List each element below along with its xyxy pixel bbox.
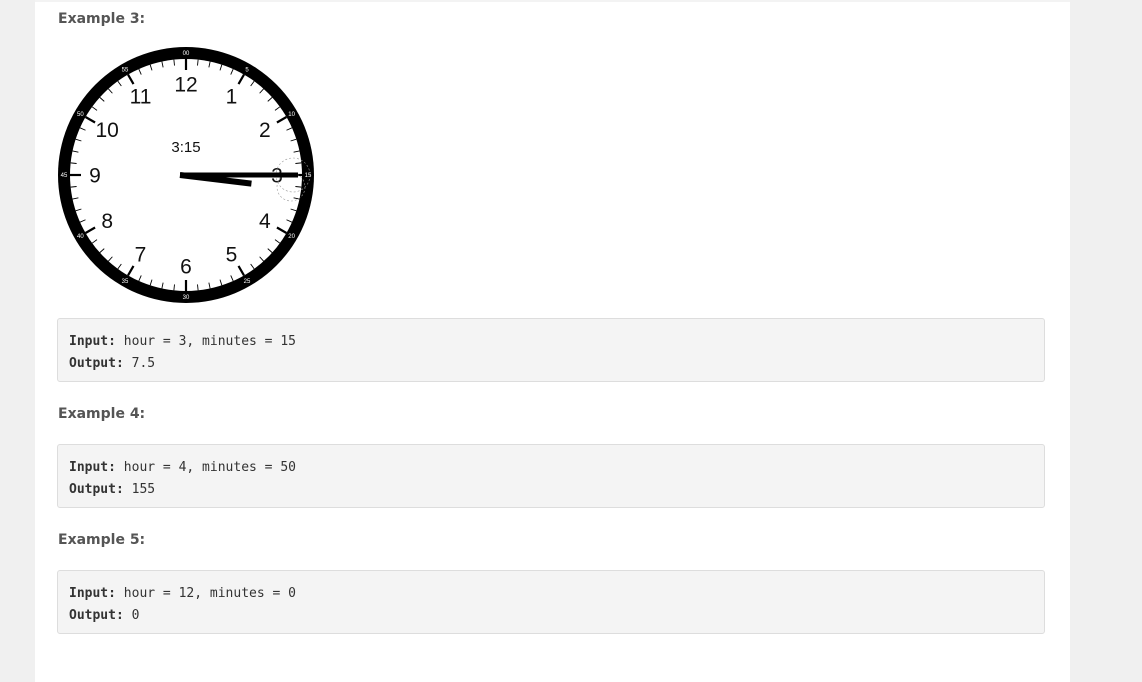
example-4-heading: Example 4: <box>58 406 146 422</box>
hour-number: 4 <box>259 210 271 233</box>
content-panel: Example 3: 00510152025303540455055121234… <box>35 0 1070 682</box>
input-line: Input: hour = 12, minutes = 0 <box>69 583 1033 605</box>
input-label: Input: <box>69 460 116 475</box>
hour-number: 10 <box>96 119 119 142</box>
hour-number: 7 <box>135 243 147 266</box>
minute-label: 50 <box>77 112 84 118</box>
hour-number: 12 <box>174 74 197 97</box>
output-value: 7.5 <box>123 356 156 371</box>
output-label: Output: <box>69 608 124 623</box>
output-label: Output: <box>69 356 124 371</box>
minute-label: 35 <box>122 279 129 285</box>
input-value: hour = 12, minutes = 0 <box>115 586 296 601</box>
minute-label: 45 <box>61 173 68 179</box>
hour-number: 5 <box>226 243 238 266</box>
minute-label: 30 <box>183 295 190 301</box>
minor-tick <box>197 59 199 66</box>
output-line: Output: 0 <box>69 605 1033 627</box>
example-4-code-block: Input: hour = 4, minutes = 50 Output: 15… <box>57 444 1045 508</box>
example-3-code-block: Input: hour = 3, minutes = 15 Output: 7.… <box>57 318 1045 382</box>
clock-illustration: 005101520253035404550551212345678910113:… <box>58 47 314 303</box>
minor-tick <box>173 284 175 291</box>
output-value: 0 <box>123 608 140 623</box>
output-line: Output: 7.5 <box>69 353 1033 375</box>
hour-number: 9 <box>89 165 101 188</box>
minute-label: 55 <box>122 68 129 74</box>
example-5-code-block: Input: hour = 12, minutes = 0 Output: 0 <box>57 570 1045 634</box>
minute-label: 40 <box>77 234 84 240</box>
minor-tick <box>70 186 77 188</box>
example-5-heading: Example 5: <box>58 532 146 548</box>
minute-label: 00 <box>183 51 190 57</box>
minute-label: 20 <box>288 234 295 240</box>
output-value: 155 <box>123 482 156 497</box>
input-line: Input: hour = 3, minutes = 15 <box>69 331 1033 353</box>
input-line: Input: hour = 4, minutes = 50 <box>69 457 1033 479</box>
input-label: Input: <box>69 334 116 349</box>
hour-number: 2 <box>259 119 271 142</box>
output-label: Output: <box>69 482 124 497</box>
example-3-heading: Example 3: <box>58 11 146 27</box>
minute-label: 25 <box>244 279 251 285</box>
hour-number: 11 <box>130 86 152 109</box>
minute-label: 15 <box>305 173 312 179</box>
minor-tick <box>70 162 77 164</box>
minor-tick <box>173 59 175 66</box>
hour-number: 8 <box>101 210 113 233</box>
input-value: hour = 3, minutes = 15 <box>115 334 296 349</box>
minor-tick <box>295 186 302 188</box>
input-label: Input: <box>69 586 116 601</box>
minute-label: 10 <box>288 112 295 118</box>
time-label: 3:15 <box>171 139 200 156</box>
hour-number: 1 <box>226 86 238 109</box>
minor-tick <box>295 162 302 164</box>
hour-number: 6 <box>180 256 192 279</box>
minor-tick <box>197 284 199 291</box>
input-value: hour = 4, minutes = 50 <box>115 460 296 475</box>
output-line: Output: 155 <box>69 479 1033 501</box>
divider <box>35 0 1070 2</box>
